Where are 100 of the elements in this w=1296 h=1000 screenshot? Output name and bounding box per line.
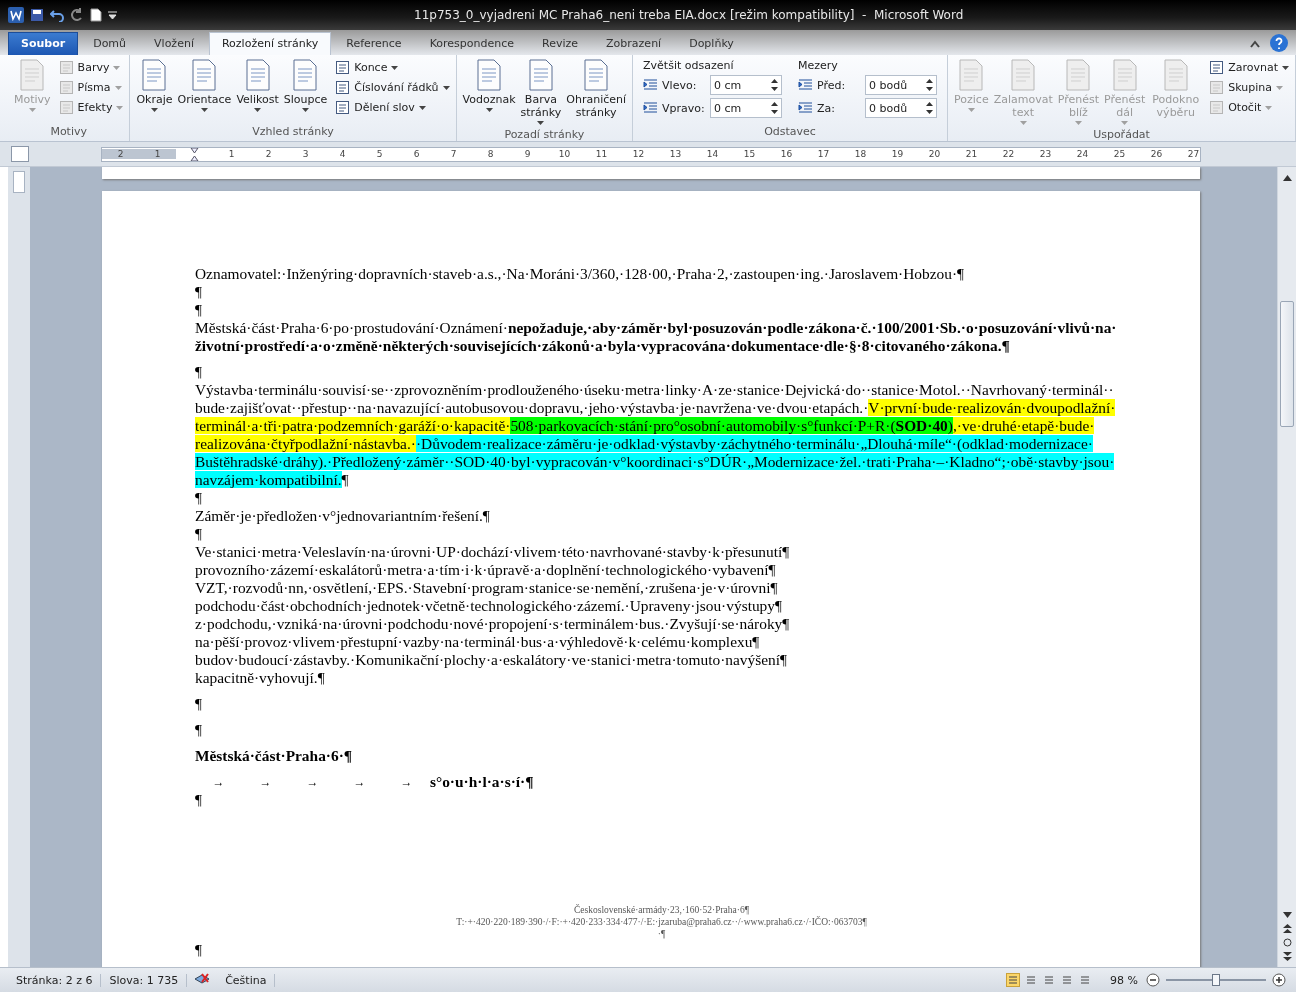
ribbon-tab[interactable]: Zobrazení	[593, 32, 675, 55]
ribbon-button[interactable]: Vodoznak	[460, 57, 518, 127]
ruler-number: 23	[1038, 149, 1053, 159]
ribbon-button[interactable]: Ohraničení stránky	[564, 57, 629, 127]
collapse-ribbon-icon[interactable]	[1250, 40, 1260, 48]
scroll-up-icon[interactable]	[1282, 175, 1292, 181]
window-title: 11p753_0_vyjadreni MC Praha6_neni treba EIA.docx [režim kompatibility] - Microsoft Word	[414, 8, 964, 22]
ribbon-tab[interactable]: Rozložení stránky	[208, 32, 332, 55]
ruler-number: 20	[927, 149, 942, 159]
small-page-icon	[1209, 80, 1225, 95]
new-document-icon[interactable]	[90, 8, 102, 22]
spin-field[interactable]: 0 cm	[710, 75, 783, 95]
page-icon	[140, 59, 169, 91]
paragraph: ¶	[195, 489, 203, 507]
view-mode-icon[interactable]	[1006, 973, 1021, 987]
ribbon-tab[interactable]: Reference	[333, 32, 415, 55]
ribbon-button[interactable]: Dělení slov	[333, 99, 452, 116]
tab-mark: →	[352, 774, 367, 791]
paragraph: kapacitně·vyhovují.¶	[195, 669, 326, 687]
footer-line: Československé·armády·23,·160·52·Praha·6¶	[572, 904, 750, 916]
next-page-icon[interactable]	[1282, 952, 1292, 961]
page-icon	[243, 59, 272, 91]
ribbon-button[interactable]: Číslování řádků	[333, 79, 452, 96]
ribbon-tab[interactable]: Soubor	[8, 32, 79, 55]
ruler-number: 8	[486, 149, 495, 159]
ribbon-button[interactable]: Orientace	[175, 57, 234, 124]
caret-icon	[301, 108, 309, 112]
ribbon-button[interactable]: Velikost	[234, 57, 281, 124]
paragraph: ¶	[195, 301, 203, 319]
caret-icon	[442, 85, 450, 90]
page-icon	[582, 59, 611, 91]
word-logo-icon[interactable]	[8, 7, 24, 23]
zoom-level[interactable]: 98 %	[1102, 973, 1146, 987]
caret-icon	[967, 108, 975, 112]
paragraph: provozního·zázemí·eskalátorů·metra·a·tím·i·k·úpravě·a·doplnění·technologického·vybavení¶	[195, 561, 777, 579]
ruler-number: 16	[779, 149, 794, 159]
caret-icon	[418, 105, 426, 110]
ribbon-button[interactable]: Zarovnat	[1207, 59, 1291, 76]
help-icon[interactable]	[1270, 34, 1288, 52]
paragraph: ¶	[195, 695, 203, 713]
page-icon	[18, 59, 47, 91]
redo-icon[interactable]	[70, 8, 84, 22]
ruler-number: 22	[1001, 149, 1016, 159]
caret-icon	[1019, 121, 1027, 125]
ribbon-tab[interactable]: Revize	[529, 32, 592, 55]
spinner-icon	[926, 102, 934, 114]
language-indicator[interactable]: Čeština	[217, 973, 276, 987]
ruler-number: 3	[301, 149, 310, 159]
paragraph: budov·budoucí·zástavby.·Komunikační·plochy·a·eskalátory·ve·stanici·metra·tomuto·navýšení¶	[195, 651, 788, 669]
spinner-icon	[771, 102, 779, 114]
small-page-icon	[1209, 100, 1225, 115]
ruler-number: 21	[964, 149, 979, 159]
scroll-thumb[interactable]	[1280, 301, 1294, 427]
spin-field[interactable]: 0 bodů	[865, 75, 938, 95]
ribbon-tab[interactable]: Domů	[80, 32, 140, 55]
small-page-icon	[58, 60, 74, 75]
indent-icon	[643, 78, 659, 92]
ribbon-tab[interactable]: Vložení	[141, 32, 207, 55]
browse-object-icon[interactable]	[1282, 938, 1292, 947]
ruler-number: 2	[102, 149, 139, 159]
caret-icon	[1275, 85, 1283, 90]
caret-icon	[1282, 65, 1289, 70]
ribbon-button[interactable]: Barva stránky	[518, 57, 564, 127]
ruler-number: 15	[742, 149, 757, 159]
slider-thumb[interactable]	[1212, 974, 1220, 986]
small-page-icon	[58, 100, 74, 115]
customize-icon[interactable]	[108, 10, 117, 20]
ribbon-button[interactable]: Sloupce	[281, 57, 330, 124]
spinner-icon	[771, 79, 779, 91]
page-icon	[526, 59, 555, 91]
spin-field[interactable]: 0 cm	[710, 98, 783, 118]
previous-page-icon[interactable]	[1282, 924, 1292, 933]
paragraph: Městská·část·Praha·6·¶	[195, 747, 354, 765]
zoom-in-icon[interactable]	[1272, 973, 1286, 987]
ruler-number: 27	[1186, 149, 1201, 159]
ruler-number: 4	[338, 149, 347, 159]
ribbon-button[interactable]: Okraje	[134, 57, 175, 124]
paragraph: ¶	[195, 791, 203, 809]
vertical-scrollbar[interactable]	[1277, 167, 1296, 967]
zoom-out-icon[interactable]	[1146, 973, 1160, 987]
field-label: Vlevo:	[662, 78, 698, 92]
save-icon[interactable]	[30, 8, 44, 22]
spin-field[interactable]: 0 bodů	[865, 98, 938, 118]
ruler-number: 6	[412, 149, 421, 159]
word-count[interactable]: Slova: 1 735	[101, 973, 188, 987]
ribbon-tab[interactable]: Doplňky	[676, 32, 747, 55]
caret-icon	[1265, 105, 1273, 110]
ruler-number: 2	[264, 149, 273, 159]
indent-icon	[798, 78, 814, 92]
undo-icon[interactable]	[50, 8, 64, 22]
ruler-number: 13	[668, 149, 683, 159]
ribbon-tab[interactable]: Korespondence	[416, 32, 528, 55]
ribbon-button[interactable]: Konce	[333, 59, 452, 76]
scroll-down-icon[interactable]	[1282, 912, 1292, 918]
caret-icon	[28, 108, 36, 112]
ruler-number: 26	[1149, 149, 1164, 159]
ruler-number: 11	[594, 149, 609, 159]
page-count[interactable]: Stránka: 2 z 6	[8, 973, 102, 987]
tab-selector-button[interactable]	[11, 146, 29, 162]
paragraph: z·podchodu,·vzniká·na·úrovni·podchodu·nové·propojení·s·terminálem·bus.·Zvyšují·se·nároky¶	[195, 615, 791, 633]
